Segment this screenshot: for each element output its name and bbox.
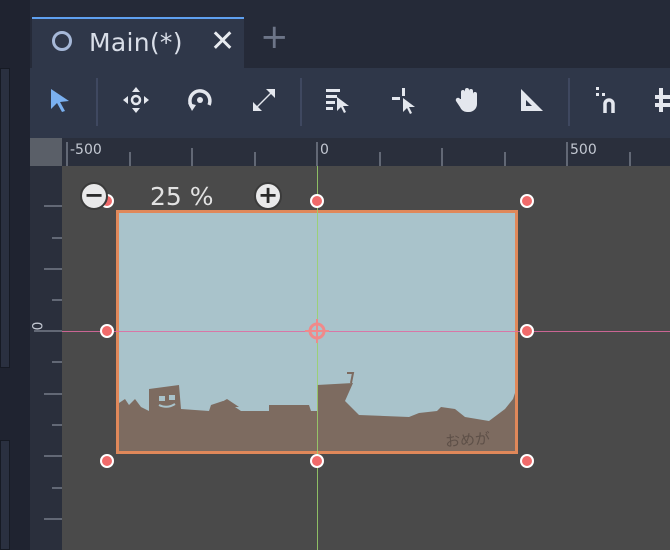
zoom-level-label[interactable]: 25 % bbox=[150, 182, 214, 211]
ruler-label: -500 bbox=[70, 142, 102, 158]
ruler-label: 0 bbox=[30, 321, 47, 331]
handle-left[interactable] bbox=[100, 324, 114, 338]
list-select-icon bbox=[326, 89, 349, 113]
toolbar-separator bbox=[568, 78, 570, 126]
hand-icon bbox=[455, 88, 477, 112]
scale-tool-button[interactable] bbox=[246, 82, 282, 118]
close-icon[interactable]: ✕ bbox=[210, 27, 235, 57]
vertical-ruler-ticks bbox=[34, 205, 62, 520]
canvas-viewport[interactable]: おめが − 25 % + bbox=[62, 166, 670, 550]
x-axis-line bbox=[62, 331, 670, 332]
add-tab-icon[interactable]: + bbox=[260, 20, 289, 54]
tab-main[interactable]: Main(*) ✕ bbox=[32, 17, 244, 68]
horizontal-ruler[interactable]: -500 0 500 bbox=[62, 138, 670, 166]
y-axis-line bbox=[317, 166, 318, 550]
grid-snap-tool-button[interactable] bbox=[648, 82, 670, 118]
scene-watermark-text: おめが bbox=[444, 429, 491, 451]
pan-tool-button[interactable] bbox=[450, 82, 486, 118]
tab-label: Main(*) bbox=[89, 28, 183, 57]
handle-top-right[interactable] bbox=[520, 194, 534, 208]
toolbar-separator bbox=[300, 78, 302, 126]
select-arrow-icon bbox=[51, 89, 69, 112]
origin-pivot-icon bbox=[305, 319, 329, 343]
scene-circle-icon bbox=[52, 31, 72, 51]
handle-right[interactable] bbox=[520, 324, 534, 338]
ruler-tool-button[interactable] bbox=[514, 82, 550, 118]
scale-icon bbox=[253, 89, 275, 111]
pivot-icon bbox=[392, 88, 415, 114]
magnet-snap-icon bbox=[596, 87, 615, 113]
handle-bottom-right[interactable] bbox=[520, 454, 534, 468]
ruler-label: 0 bbox=[320, 142, 329, 158]
list-select-tool-button[interactable] bbox=[320, 82, 356, 118]
smart-snap-tool-button[interactable] bbox=[590, 82, 626, 118]
rotate-icon bbox=[188, 89, 212, 111]
canvas-toolbar bbox=[30, 68, 670, 138]
handle-bottom-left[interactable] bbox=[100, 454, 114, 468]
move-arrows-icon bbox=[123, 87, 149, 113]
left-dock-panel-lower[interactable] bbox=[0, 440, 10, 550]
select-tool-button[interactable] bbox=[42, 82, 78, 118]
ruler-corner bbox=[30, 138, 62, 166]
move-tool-button[interactable] bbox=[118, 82, 154, 118]
vertical-ruler[interactable]: 0 bbox=[30, 166, 62, 550]
handle-top[interactable] bbox=[310, 194, 324, 208]
pivot-tool-button[interactable] bbox=[386, 82, 422, 118]
toolbar-separator bbox=[96, 78, 98, 126]
ruler-triangle-icon bbox=[521, 89, 543, 111]
zoom-in-button[interactable]: + bbox=[254, 182, 282, 210]
left-dock-panel[interactable] bbox=[0, 68, 10, 368]
scene-tab-bar: Main(*) ✕ + bbox=[30, 0, 670, 68]
ruler-label: 500 bbox=[570, 142, 597, 158]
rotate-tool-button[interactable] bbox=[182, 82, 218, 118]
grid-snap-icon bbox=[655, 88, 670, 112]
zoom-out-button[interactable]: − bbox=[80, 182, 108, 210]
handle-bottom[interactable] bbox=[310, 454, 324, 468]
